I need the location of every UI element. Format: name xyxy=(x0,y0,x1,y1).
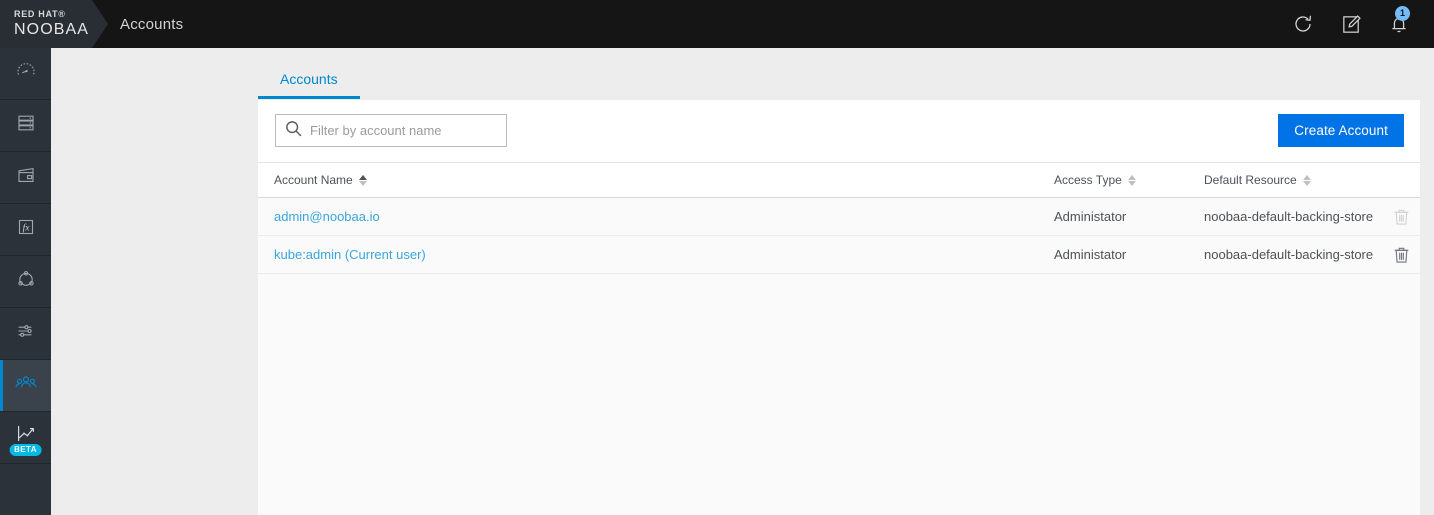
function-fx-icon: fx xyxy=(14,215,38,244)
cell-default-resource: noobaa-default-backing-store xyxy=(1188,197,1383,236)
beta-badge: BETA xyxy=(9,444,42,456)
brand-vendor-text: RED HAT® xyxy=(14,9,66,19)
table-row: kube:admin (Current user) Administator n… xyxy=(258,235,1420,274)
cell-access-type: Administator xyxy=(1038,197,1188,236)
cell-actions xyxy=(1383,235,1420,274)
table-header: Account Name Access Type Default Resourc… xyxy=(258,162,1420,198)
column-header-default-resource[interactable]: Default Resource xyxy=(1188,162,1383,198)
sidebar-item-overview[interactable] xyxy=(0,48,51,100)
account-name-link[interactable]: admin@noobaa.io xyxy=(274,209,380,224)
table-body: admin@noobaa.io Administator noobaa-defa… xyxy=(258,197,1420,274)
brand-product-text: NOOBAA xyxy=(14,21,90,38)
breadcrumb[interactable]: Accounts xyxy=(120,16,183,33)
sliders-icon xyxy=(14,319,38,348)
notifications-bell-icon[interactable]: 1 xyxy=(1386,6,1412,37)
table-row: admin@noobaa.io Administator noobaa-defa… xyxy=(258,197,1420,236)
users-icon xyxy=(13,370,39,401)
refresh-icon[interactable] xyxy=(1290,11,1316,37)
cell-default-resource: noobaa-default-backing-store xyxy=(1188,235,1383,274)
delete-account-icon xyxy=(1393,207,1410,226)
sort-indicator-default-resource[interactable] xyxy=(1302,174,1311,186)
cell-access-type: Administator xyxy=(1038,235,1188,274)
search-box[interactable] xyxy=(275,114,507,147)
buckets-icon xyxy=(14,163,38,192)
account-name-link[interactable]: kube:admin (Current user) xyxy=(274,247,426,262)
notification-count-badge: 1 xyxy=(1395,6,1410,21)
servers-icon xyxy=(14,111,38,140)
edit-icon[interactable] xyxy=(1338,11,1364,37)
accounts-panel: Create Account Account Name Access Type xyxy=(258,100,1420,515)
sidebar-item-namespace[interactable] xyxy=(0,256,51,308)
create-account-button[interactable]: Create Account xyxy=(1278,114,1404,147)
sidebar-item-settings[interactable] xyxy=(0,308,51,360)
sidebar: fx BETA xyxy=(0,48,51,515)
panel-toolbar: Create Account xyxy=(258,100,1420,162)
search-icon xyxy=(284,119,303,143)
column-label-access-type: Access Type xyxy=(1054,173,1122,187)
accounts-table: Account Name Access Type Default Resourc… xyxy=(258,162,1420,274)
table-header-row: Account Name Access Type Default Resourc… xyxy=(258,162,1420,198)
brand-logo[interactable]: RED HAT® NOOBAA xyxy=(0,0,108,48)
column-label-account-name: Account Name xyxy=(274,173,353,187)
svg-text:fx: fx xyxy=(22,222,30,233)
column-header-actions xyxy=(1383,162,1420,198)
cell-account-name: kube:admin (Current user) xyxy=(258,235,1038,274)
sidebar-item-functions[interactable]: fx xyxy=(0,204,51,256)
sidebar-item-resources[interactable] xyxy=(0,100,51,152)
sort-indicator-access-type[interactable] xyxy=(1127,174,1136,186)
main-content: Accounts Create Account Ac xyxy=(51,48,1434,515)
top-bar: RED HAT® NOOBAA Accounts 1 xyxy=(0,0,1434,48)
search-input[interactable] xyxy=(310,123,495,138)
delete-account-icon[interactable] xyxy=(1393,245,1410,264)
column-label-default-resource: Default Resource xyxy=(1204,173,1297,187)
sort-indicator-account-name[interactable] xyxy=(358,174,367,186)
cell-account-name: admin@noobaa.io xyxy=(258,197,1038,236)
cell-actions xyxy=(1383,197,1420,236)
tab-strip: Accounts xyxy=(258,63,1420,99)
tab-accounts[interactable]: Accounts xyxy=(258,71,360,99)
namespace-icon xyxy=(14,267,38,296)
sidebar-item-analytics[interactable]: BETA xyxy=(0,412,51,464)
sidebar-item-accounts[interactable] xyxy=(0,360,51,412)
topbar-actions: 1 xyxy=(1290,6,1434,37)
column-header-access-type[interactable]: Access Type xyxy=(1038,162,1188,198)
gauge-icon xyxy=(14,59,38,88)
column-header-account-name[interactable]: Account Name xyxy=(258,162,1038,198)
sidebar-item-buckets[interactable] xyxy=(0,152,51,204)
